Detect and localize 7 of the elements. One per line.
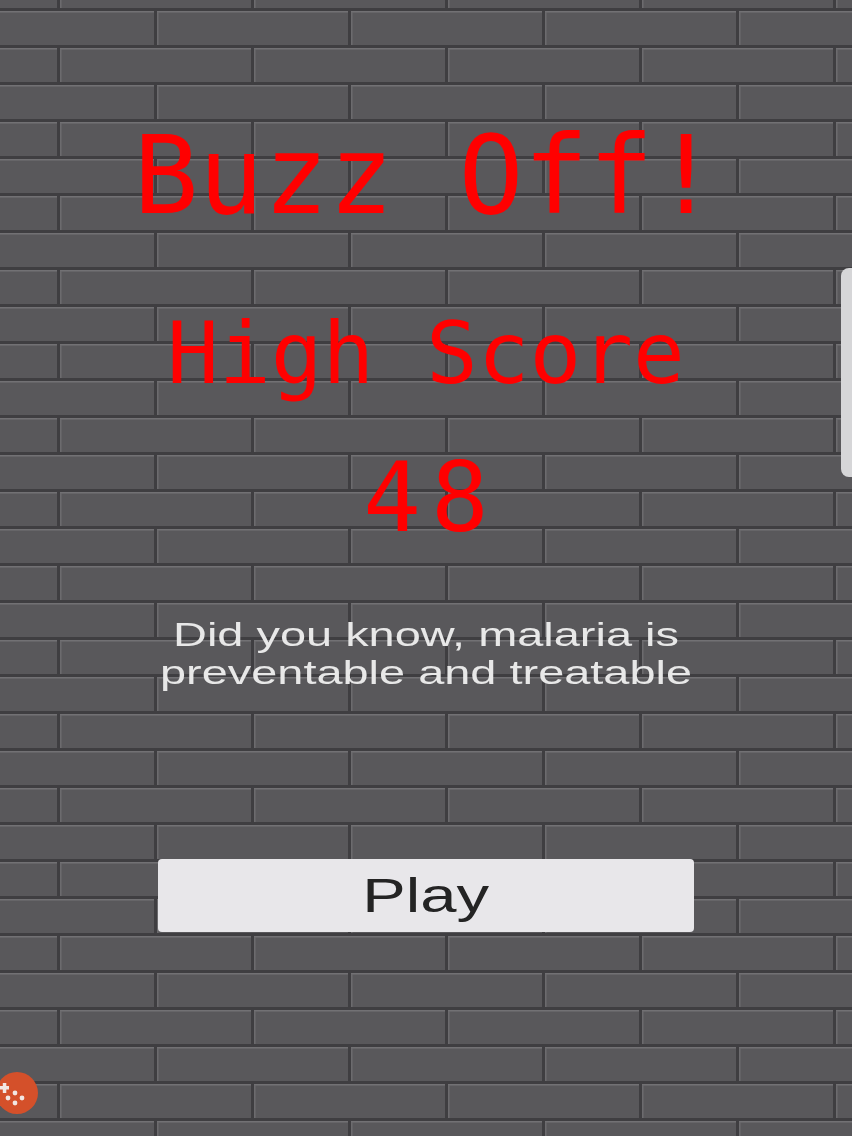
game-title: Buzz Off! <box>133 122 719 230</box>
gamepad-icon[interactable] <box>0 1072 38 1114</box>
edge-panel-handle[interactable] <box>841 268 852 477</box>
play-button[interactable]: Play <box>158 858 694 932</box>
malaria-fact-text: Did you know, malaria is preventable and treatable <box>158 614 694 691</box>
high-score-label: High Score <box>167 302 685 405</box>
high-score-value: 48 <box>362 449 499 546</box>
